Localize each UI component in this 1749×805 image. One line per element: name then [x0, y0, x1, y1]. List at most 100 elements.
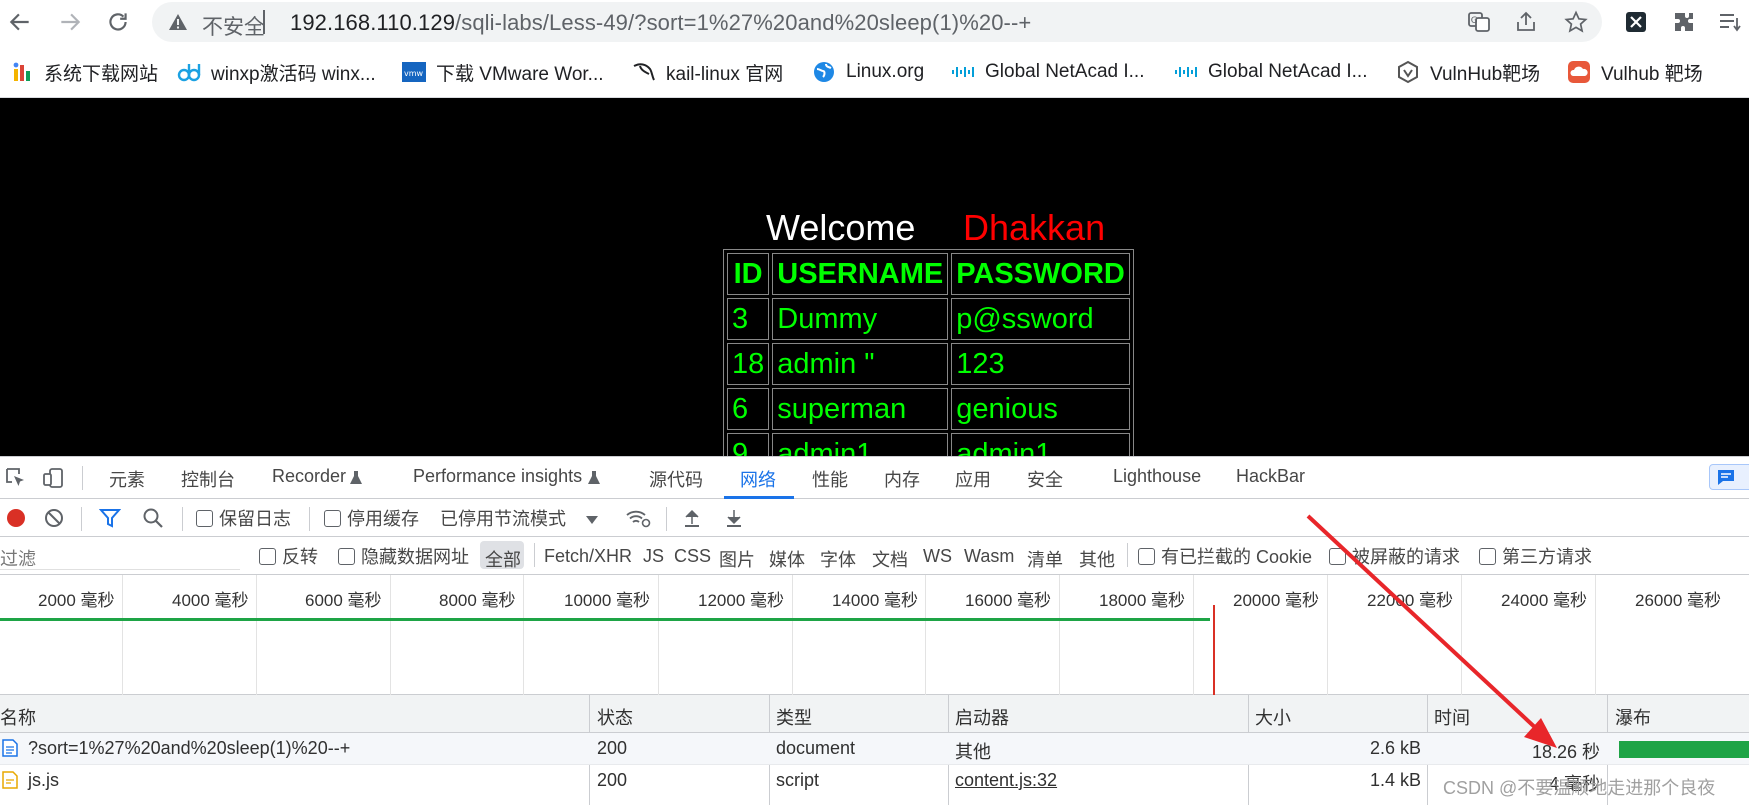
third-party-checkbox[interactable]: 第三方请求 [1479, 544, 1592, 568]
column-header-type[interactable]: 类型 [776, 704, 812, 730]
column-header-initiator[interactable]: 启动器 [955, 704, 1009, 730]
tab-network[interactable]: 网络 [740, 466, 776, 492]
device-toolbar-icon[interactable] [37, 462, 69, 494]
forward-arrow-icon[interactable] [54, 6, 86, 38]
filter-type-img[interactable]: 图片 [719, 546, 755, 572]
column-header-status[interactable]: 状态 [597, 704, 633, 730]
search-icon[interactable] [137, 502, 169, 534]
bookmark-label: Linux.org [846, 61, 925, 82]
security-label[interactable]: 不安全 [202, 11, 265, 41]
star-bookmark-icon[interactable] [1560, 6, 1592, 38]
network-overview-timeline[interactable]: 2000 毫秒 4000 毫秒 6000 毫秒 8000 毫秒 10000 毫秒… [0, 575, 1749, 695]
checkbox[interactable] [259, 547, 276, 565]
filter-type-css[interactable]: CSS [674, 546, 711, 567]
timeline-gridline [390, 575, 391, 695]
extension-x-icon[interactable] [1620, 6, 1652, 38]
reload-icon[interactable] [102, 6, 134, 38]
export-har-icon[interactable] [718, 502, 750, 534]
column-header-waterfall[interactable]: 瀑布 [1615, 704, 1651, 730]
column-header-size[interactable]: 大小 [1255, 704, 1291, 730]
bookmark-item[interactable]: Global NetAcad I... [951, 58, 1144, 86]
tab-hackbar[interactable]: HackBar [1236, 466, 1305, 487]
warning-triangle-icon[interactable] [168, 12, 188, 32]
filter-type-js[interactable]: JS [643, 546, 664, 567]
network-conditions-icon[interactable] [622, 502, 654, 534]
puzzle-extensions-icon[interactable] [1668, 6, 1700, 38]
checkbox[interactable] [1138, 547, 1155, 565]
filter-type-wasm[interactable]: Wasm [964, 546, 1014, 567]
filter-type-fetch-xhr[interactable]: Fetch/XHR [544, 546, 632, 567]
table-cell: 6 [727, 388, 770, 430]
filter-type-ws[interactable]: WS [923, 546, 952, 567]
tab-sources[interactable]: 源代码 [649, 466, 703, 492]
invert-checkbox[interactable]: 反转 [259, 544, 318, 568]
reading-list-icon[interactable] [1714, 6, 1746, 38]
bookmark-item[interactable]: Linux.org [812, 58, 924, 86]
tab-console[interactable]: 控制台 [181, 466, 235, 492]
tab-recorder[interactable]: Recorder [272, 466, 346, 487]
filter-type-media[interactable]: 媒体 [769, 546, 805, 572]
filter-type-font[interactable]: 字体 [820, 546, 856, 572]
filter-input[interactable]: 过滤 [0, 542, 240, 570]
issues-badge[interactable] [1709, 464, 1749, 490]
bookmark-item[interactable]: Vulhub 靶场 [1567, 58, 1703, 86]
initiator-link[interactable]: content.js:32 [955, 770, 1057, 791]
filter-type-all[interactable]: 全部 [485, 546, 521, 572]
checkbox[interactable] [324, 509, 341, 527]
share-icon[interactable] [1510, 6, 1542, 38]
tab-lighthouse[interactable]: Lighthouse [1113, 466, 1201, 487]
inspect-element-icon[interactable] [0, 462, 32, 494]
bookmark-label: VulnHub靶场 [1430, 63, 1541, 85]
preserve-log-checkbox[interactable]: 保留日志 [196, 506, 291, 530]
table-cell: 9 [727, 433, 770, 456]
bookmark-item[interactable]: vmw 下载 VMware Wor... [402, 58, 604, 86]
table-row[interactable]: ?sort=1%27%20and%20sleep(1)%20--+ 200 do… [0, 733, 1749, 764]
column-header-time[interactable]: 时间 [1434, 704, 1470, 730]
colorful-logo-icon [10, 60, 34, 84]
bookmark-item[interactable]: winxp激活码 winx... [177, 58, 376, 86]
bookmark-item[interactable]: Global NetAcad I... [1174, 58, 1367, 86]
tab-application[interactable]: 应用 [955, 466, 991, 492]
hide-data-urls-checkbox[interactable]: 隐藏数据网址 [338, 544, 469, 568]
tab-memory[interactable]: 内存 [884, 466, 920, 492]
blocked-cookies-checkbox[interactable]: 有已拦截的 Cookie [1138, 544, 1312, 568]
checkbox[interactable] [1329, 547, 1346, 565]
checkbox[interactable] [1479, 547, 1496, 565]
bookmark-item[interactable]: VulnHub靶场 [1396, 58, 1540, 86]
url-text[interactable]: 192.168.110.129/sqli-labs/Less-49/?sort=… [290, 10, 1031, 36]
filter-type-other[interactable]: 其他 [1079, 546, 1115, 572]
bookmark-item[interactable]: 系统下载网站 [10, 58, 158, 86]
record-icon[interactable] [0, 502, 32, 534]
timeline-tick-label: 18000 毫秒 [1099, 591, 1185, 610]
checkbox[interactable] [338, 547, 355, 565]
tab-elements[interactable]: 元素 [109, 466, 145, 492]
timeline-tick-label: 6000 毫秒 [305, 591, 382, 610]
throttling-select[interactable]: 已停用节流模式 [440, 506, 598, 530]
bookmark-label: kail-linux 官网 [666, 63, 784, 85]
blocked-requests-checkbox[interactable]: 被屏蔽的请求 [1329, 544, 1460, 568]
bookmark-item[interactable]: kail-linux 官网 [632, 58, 783, 86]
clear-icon[interactable] [38, 502, 70, 534]
tab-performance-insights[interactable]: Performance insights [413, 466, 582, 487]
address-bar[interactable]: 不安全 192.168.110.129/sqli-labs/Less-49/?s… [152, 2, 1602, 42]
table-cell: admin " [772, 343, 949, 385]
timeline-tick-label: 22000 毫秒 [1367, 591, 1453, 610]
svg-text:vmw: vmw [404, 69, 424, 78]
bookmarks-bar: 系统下载网站 winxp激活码 winx... vmw 下载 VMware Wo… [0, 44, 1749, 98]
cisco-icon [951, 60, 975, 84]
request-status: 200 [597, 770, 628, 790]
tab-performance[interactable]: 性能 [812, 466, 848, 492]
filter-type-manifest[interactable]: 清单 [1027, 546, 1063, 572]
checkbox[interactable] [196, 509, 213, 527]
column-header-name[interactable]: 名称 [0, 704, 36, 730]
filter-funnel-icon[interactable] [94, 502, 126, 534]
globe-icon [812, 60, 836, 84]
filter-type-doc[interactable]: 文档 [872, 546, 908, 572]
checkbox-label: 第三方请求 [1502, 547, 1592, 567]
tab-security[interactable]: 安全 [1027, 466, 1063, 492]
disable-cache-checkbox[interactable]: 停用缓存 [324, 506, 419, 530]
import-har-icon[interactable] [676, 502, 708, 534]
back-arrow-icon[interactable] [4, 6, 36, 38]
translate-icon[interactable]: G [1463, 6, 1495, 38]
timeline-gridline [925, 575, 926, 695]
